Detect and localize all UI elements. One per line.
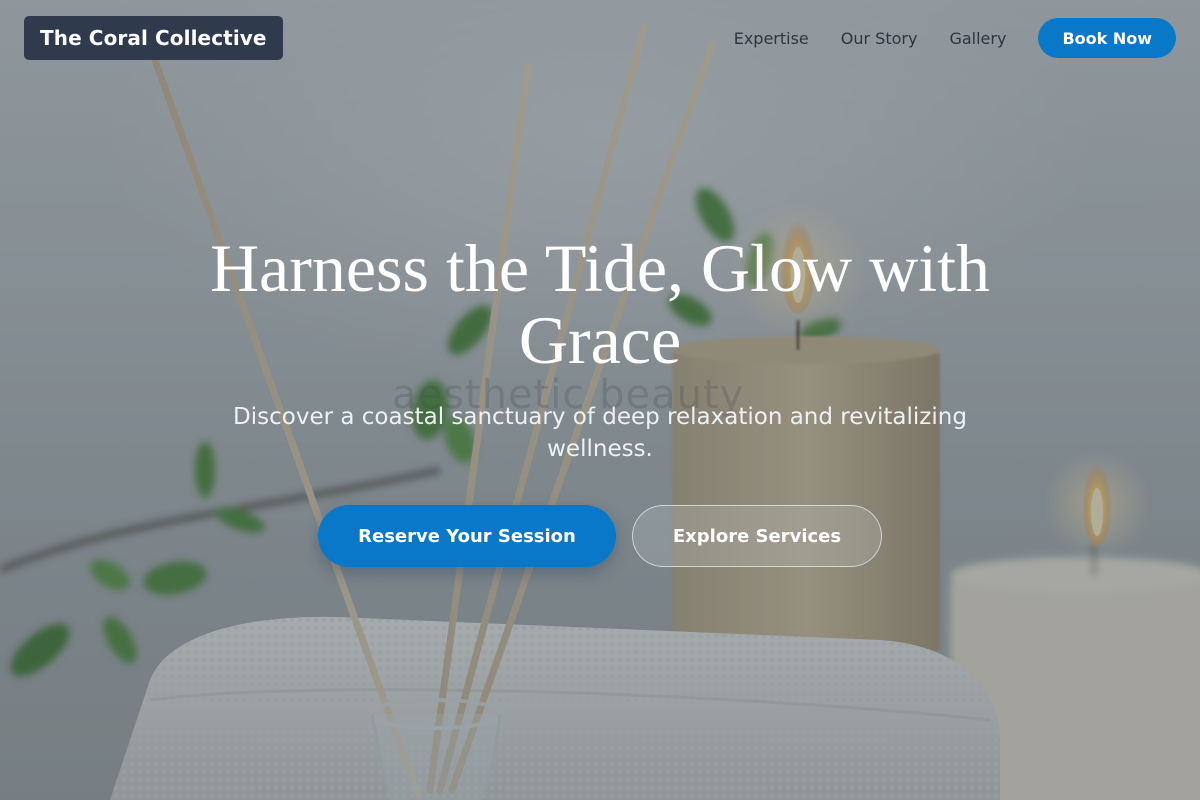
explore-services-button[interactable]: Explore Services [632,505,882,567]
nav-link-gallery[interactable]: Gallery [949,29,1006,48]
book-now-button[interactable]: Book Now [1038,18,1176,58]
hero-title: Harness the Tide, Glow with Grace [209,230,991,378]
nav-link-our-story[interactable]: Our Story [841,29,918,48]
brand-logo[interactable]: The Coral Collective [24,16,283,60]
hero-subtitle: Discover a coastal sanctuary of deep rel… [233,404,967,462]
reserve-session-button[interactable]: Reserve Your Session [318,505,616,567]
main-nav: Expertise Our Story Gallery Book Now [734,18,1176,58]
nav-link-expertise[interactable]: Expertise [734,29,809,48]
